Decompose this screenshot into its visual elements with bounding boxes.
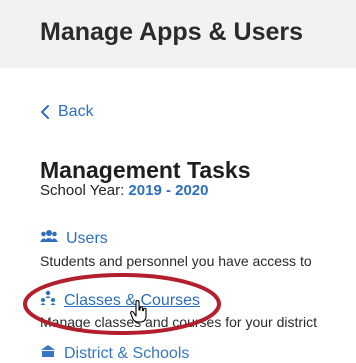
back-link[interactable]: Back [40,103,94,121]
task-link-district-schools[interactable]: District & Schools [40,344,189,363]
page-title: Manage Apps & Users [40,18,304,46]
task-link-classes-courses[interactable]: Classes & Courses [40,290,200,311]
school-year: School Year: 2019 - 2020 [40,182,209,199]
class-hierarchy-icon [40,290,56,311]
task-link-district-schools-label: District & Schools [64,344,190,362]
school-year-value: 2019 - 2020 [128,182,209,199]
chevron-left-icon [40,104,50,120]
school-year-label: School Year: [40,182,125,199]
school-icon [40,344,56,363]
back-link-label: Back [58,103,94,120]
task-link-classes-courses-label: Classes & Courses [64,291,201,309]
task-link-users-label: Users [66,229,108,247]
task-description-classes-courses: Manage classes and courses for your dist… [40,314,318,330]
page-header: Manage Apps & Users [0,0,356,68]
section-title: Management Tasks [40,157,251,183]
task-link-users[interactable]: Users [40,229,108,248]
users-icon [40,229,58,248]
task-description-users: Students and personnel you have access t… [40,253,312,269]
